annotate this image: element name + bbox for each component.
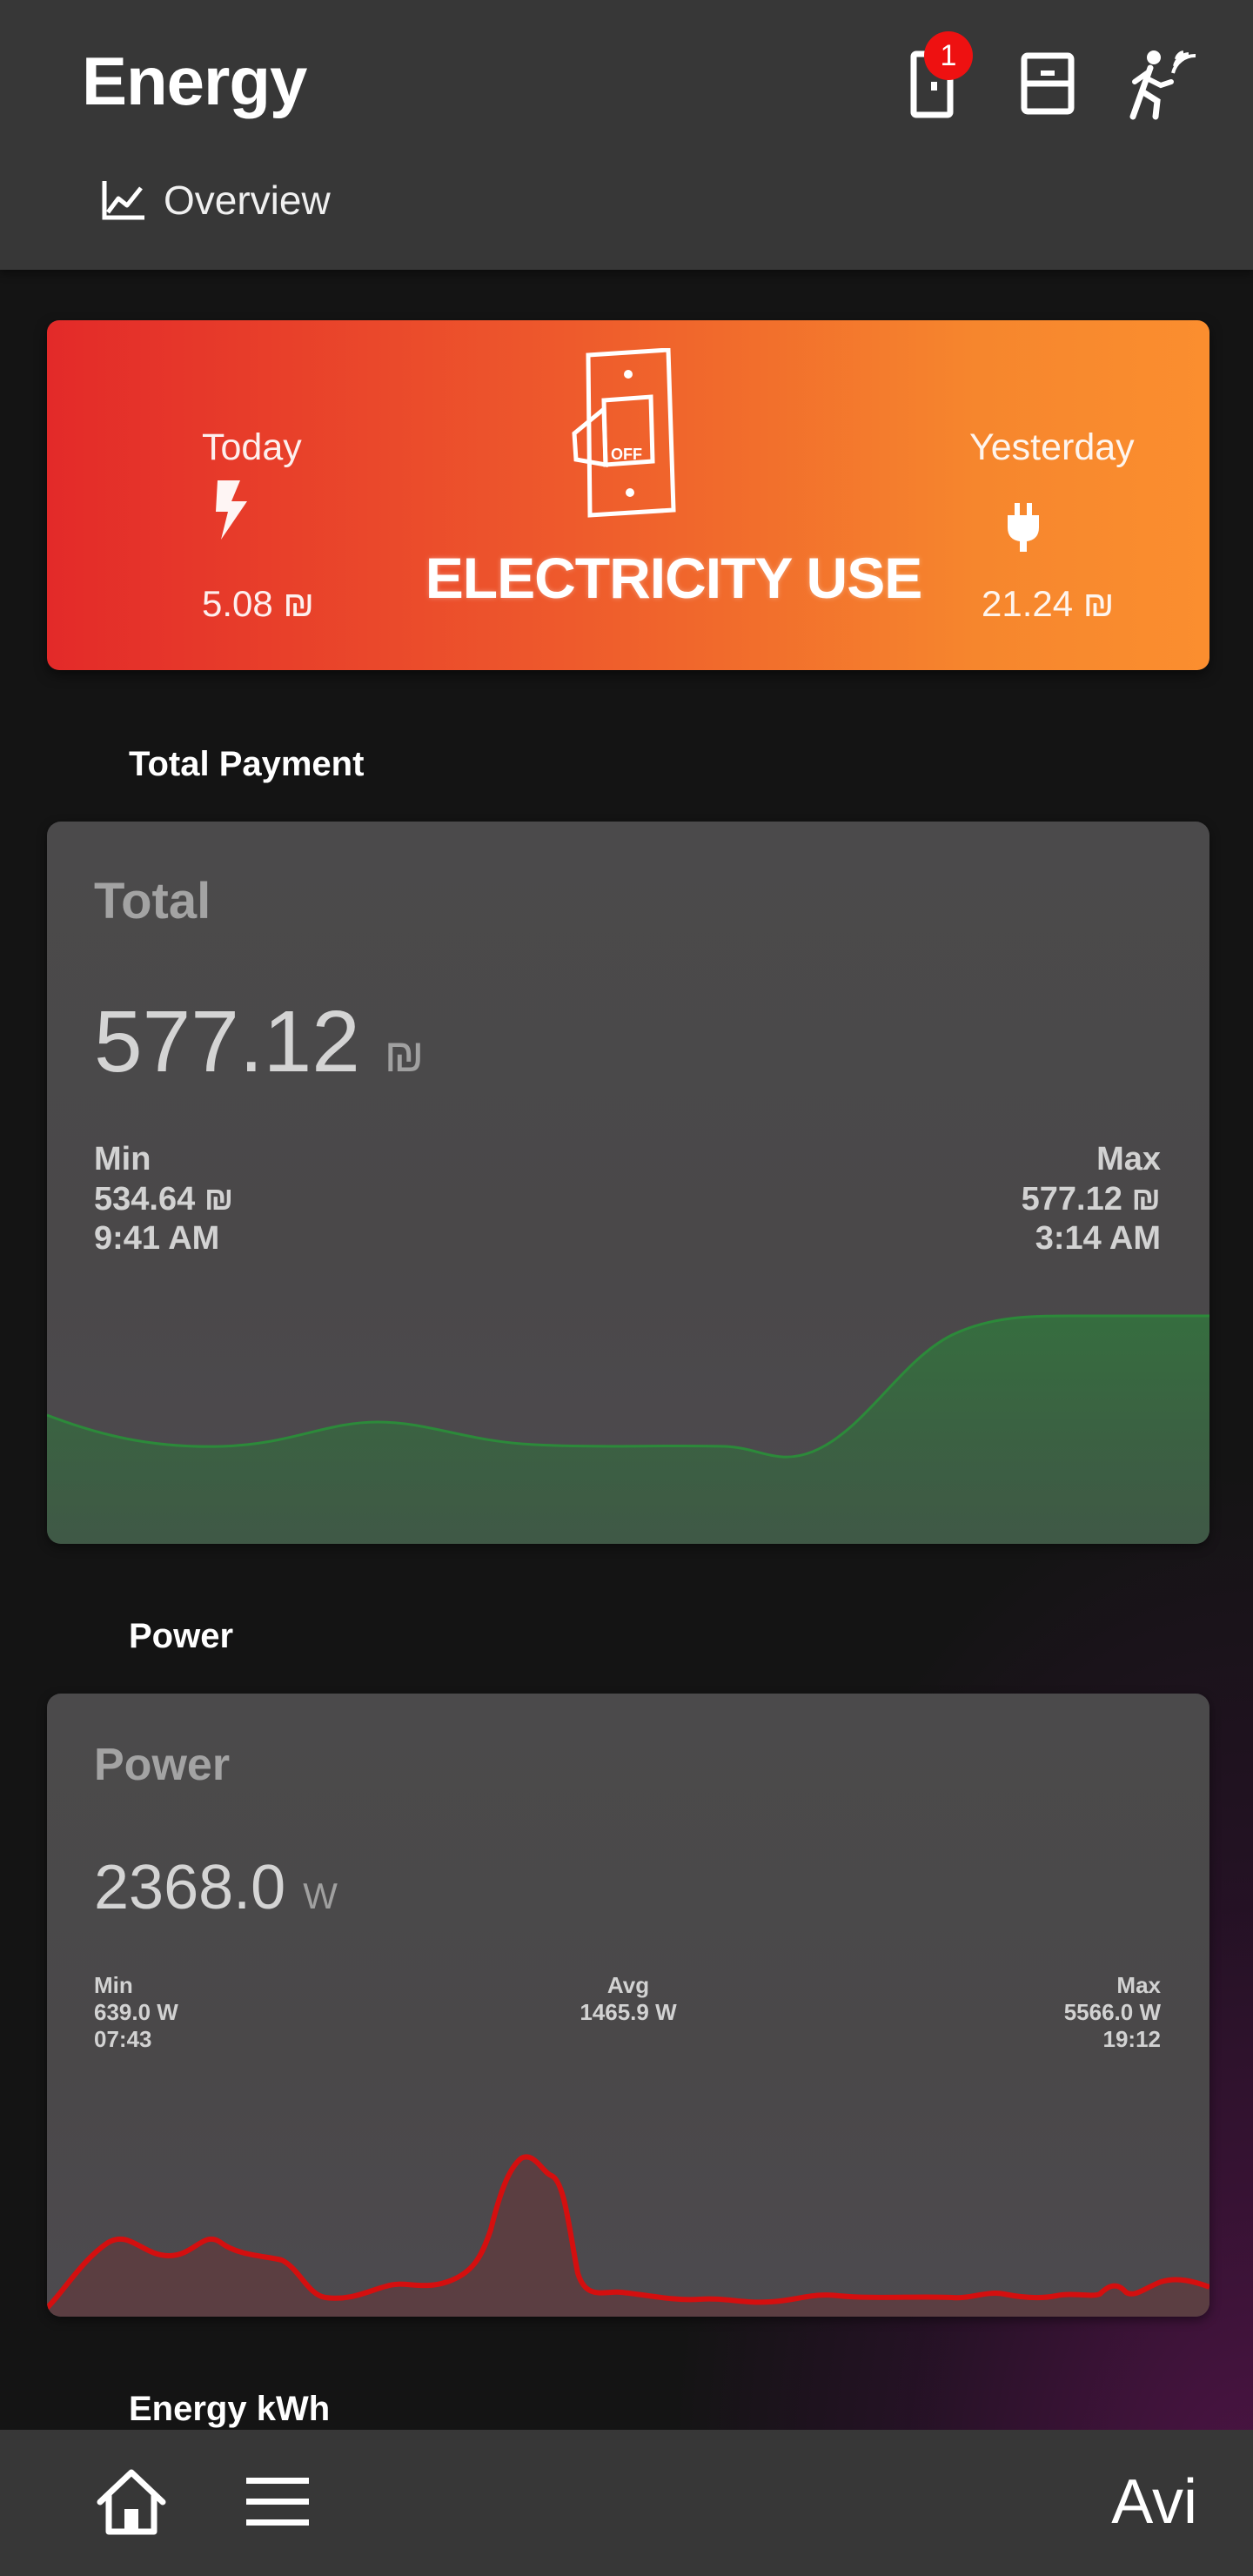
min-time: 9:41 AM <box>94 1220 220 1258</box>
power-card[interactable]: Power 2368.0 W Min 639.0 W 07:43 Avg 146… <box>47 1694 1209 2317</box>
max-time: 3:14 AM <box>1035 1220 1161 1258</box>
tab-overview[interactable]: Overview <box>101 174 331 226</box>
total-value-row: 577.12 ₪ <box>94 992 425 1092</box>
power-max-stat: Max 5566.0 W 19:12 <box>1064 1972 1161 2054</box>
power-max-time: 19:12 <box>1102 2026 1162 2053</box>
power-value-row: 2368.0 W <box>94 1852 338 1923</box>
home-icon <box>97 2469 166 2535</box>
total-sparkline <box>47 1314 1209 1544</box>
home-button[interactable] <box>84 2454 179 2550</box>
power-avg-label: Avg <box>606 1972 650 1998</box>
total-value: 577.12 <box>94 993 360 1090</box>
power-avg-value: 1465.9 W <box>580 1999 677 2026</box>
yesterday-value: 21.24 ₪ <box>982 583 1115 624</box>
electricity-use-banner[interactable]: Today 5.08 ₪ OFF ELECTRICITY USE Yesterd… <box>47 320 1209 670</box>
lightning-icon <box>216 480 247 540</box>
bottom-navigation-bar: Avi <box>0 2430 1253 2576</box>
switch-off-text: OFF <box>611 446 642 463</box>
today-value: 5.08 ₪ <box>202 583 315 624</box>
total-payment-card[interactable]: Total 577.12 ₪ Min 534.64 ₪ 9:41 AM Max … <box>47 822 1209 1544</box>
power-sparkline <box>47 2154 1209 2317</box>
power-min-time: 07:43 <box>94 2026 152 2053</box>
menu-button[interactable] <box>230 2454 325 2550</box>
total-sparkline-area <box>47 1315 1209 1544</box>
section-power: Power <box>129 1617 234 1655</box>
motion-sensor-icon <box>1129 50 1196 120</box>
min-stat: Min 534.64 ₪ 9:41 AM <box>94 1140 233 1259</box>
light-switch-icon: OFF <box>572 348 676 518</box>
power-avg-stat: Avg 1465.9 W <box>541 1972 715 2026</box>
plug-icon <box>1008 503 1039 552</box>
notification-badge: 1 <box>924 31 973 80</box>
max-stat: Max 577.12 ₪ 3:14 AM <box>1022 1140 1161 1259</box>
total-unit: ₪ <box>384 1030 425 1082</box>
cabinet-icon <box>1021 52 1075 115</box>
chart-line-icon <box>102 181 144 220</box>
today-label: Today <box>202 426 302 468</box>
user-name[interactable]: Avi <box>1111 2466 1197 2538</box>
max-label: Max <box>1096 1141 1161 1177</box>
power-value: 2368.0 <box>94 1853 286 1922</box>
power-unit: W <box>303 1875 338 1916</box>
app-header: Energy 1 Overview <box>0 0 1253 270</box>
page-title: Energy <box>82 43 307 119</box>
section-energy-kwh: Energy kWh <box>129 2390 331 2428</box>
tab-label: Overview <box>164 178 331 223</box>
menu-icon <box>246 2478 309 2526</box>
min-label: Min <box>94 1141 151 1177</box>
section-total-payment: Total Payment <box>129 745 365 783</box>
power-min-stat: Min 639.0 W 07:43 <box>94 1972 178 2054</box>
yesterday-label: Yesterday <box>969 426 1135 468</box>
motion-sensor-button[interactable] <box>1117 40 1204 127</box>
card-title: Total <box>94 873 211 929</box>
min-value: 534.64 ₪ <box>94 1180 234 1218</box>
cabinet-button[interactable] <box>1004 40 1091 127</box>
power-max-value: 5566.0 W <box>1063 1999 1161 2026</box>
power-min-label: Min <box>94 1972 133 1998</box>
card-title: Power <box>94 1740 231 1790</box>
banner-headline: ELECTRICITY USE <box>425 546 923 610</box>
max-value: 577.12 ₪ <box>1021 1180 1161 1218</box>
power-max-label: Max <box>1116 1972 1161 1998</box>
power-min-value: 639.0 W <box>94 1999 178 2026</box>
